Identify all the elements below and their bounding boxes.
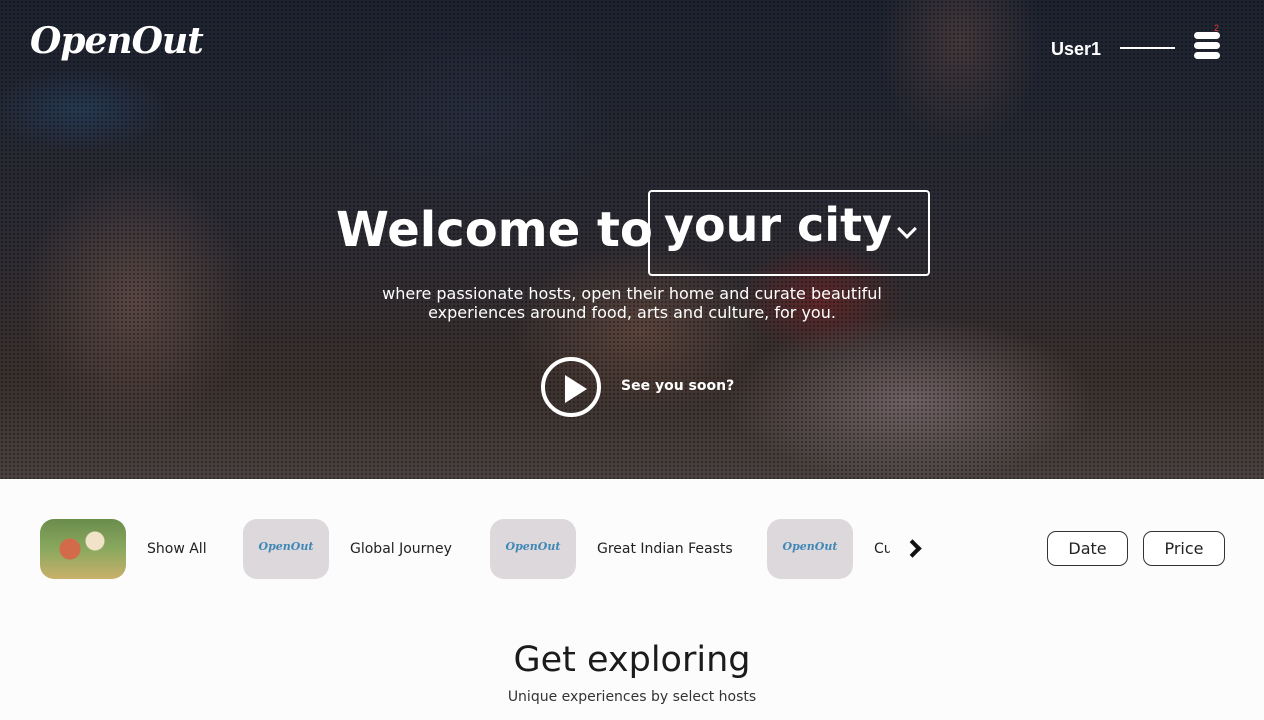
openout-thumb-logo: OpenOut bbox=[258, 540, 314, 553]
city-value: your city bbox=[664, 198, 893, 252]
price-filter-button[interactable]: Price bbox=[1143, 531, 1225, 566]
chevron-down-icon bbox=[897, 219, 917, 239]
openout-thumb-logo: OpenOut bbox=[782, 540, 838, 553]
play-icon bbox=[565, 375, 587, 403]
hero-banner: OpenOut User1 2 Welcome to your city whe… bbox=[0, 0, 1264, 479]
date-filter-button[interactable]: Date bbox=[1047, 531, 1128, 566]
category-label-cu[interactable]: Cu bbox=[874, 541, 890, 557]
hamburger-menu-icon[interactable] bbox=[1194, 32, 1222, 64]
hero-subtitle-line1: where passionate hosts, open their home … bbox=[382, 284, 882, 303]
welcome-heading: Welcome to bbox=[336, 202, 653, 258]
hero-subtitle-line2: experiences around food, arts and cultur… bbox=[428, 303, 836, 322]
video-label[interactable]: See you soon? bbox=[621, 378, 734, 394]
category-thumb-show-all[interactable] bbox=[40, 519, 126, 579]
openout-logo[interactable]: OpenOut bbox=[30, 20, 204, 62]
category-label-global-journey[interactable]: Global Journey bbox=[350, 541, 452, 557]
city-select[interactable]: your city bbox=[648, 190, 930, 276]
category-thumb-global-journey[interactable]: OpenOut bbox=[243, 519, 329, 579]
category-thumb-cu[interactable]: OpenOut bbox=[767, 519, 853, 579]
user-divider bbox=[1120, 47, 1175, 49]
category-thumb-great-indian-feasts[interactable]: OpenOut bbox=[490, 519, 576, 579]
openout-thumb-logo: OpenOut bbox=[505, 540, 561, 553]
category-label-great-indian-feasts[interactable]: Great Indian Feasts bbox=[597, 541, 733, 557]
user-name[interactable]: User1 bbox=[1051, 39, 1101, 60]
chevron-right-icon[interactable] bbox=[904, 537, 924, 559]
explore-title: Get exploring bbox=[513, 640, 751, 680]
category-strip: Show All OpenOut Global Journey OpenOut … bbox=[0, 479, 1264, 609]
hero-subtitle: where passionate hosts, open their home … bbox=[336, 284, 928, 322]
play-video-button[interactable] bbox=[541, 357, 601, 417]
category-label-show-all[interactable]: Show All bbox=[147, 541, 207, 557]
explore-subtitle: Unique experiences by select hosts bbox=[507, 689, 757, 705]
